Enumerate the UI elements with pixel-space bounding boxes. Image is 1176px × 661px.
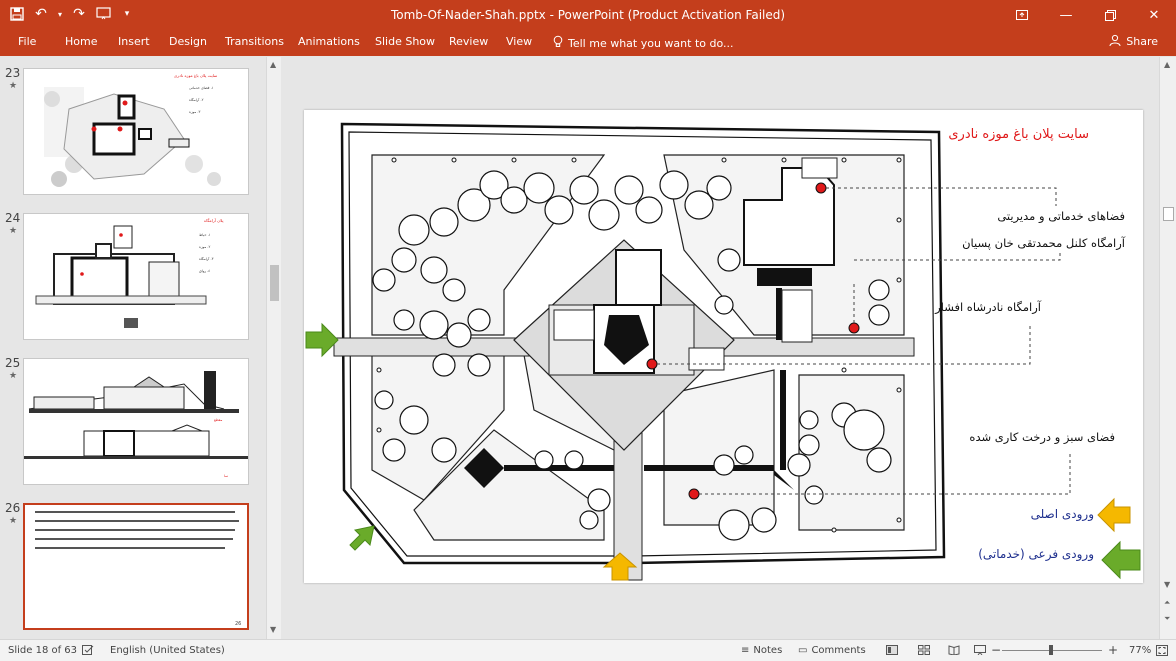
svg-text:٣. موزه: ٣. موزه — [189, 110, 200, 114]
spell-check-icon[interactable] — [82, 645, 94, 656]
svg-text:٤. رواق: ٤. رواق — [199, 269, 210, 273]
floor-plan-thumbnail: پلان آرامگاه ١. حیاط ٢. موزه ٣. آرامگاه … — [35, 218, 224, 328]
zoom-slider-handle[interactable] — [1049, 645, 1053, 655]
slide-show-icon[interactable] — [974, 645, 986, 655]
slide-sorter-icon[interactable] — [918, 645, 930, 655]
tab-review[interactable]: Review — [449, 35, 488, 48]
label-colonel-tomb: آرامگاه کلنل محمدتقی خان پسیان — [962, 236, 1125, 250]
status-bar: Slide 18 of 63 English (United States) ≡… — [0, 639, 1176, 661]
thumbnail-slide-26[interactable]: 26 — [23, 503, 249, 630]
tab-home[interactable]: Home — [65, 35, 97, 48]
svg-text:١. فضای خدماتی: ١. فضای خدماتی — [189, 86, 214, 90]
thumbnail-number: 24 — [5, 211, 21, 225]
title-bar: ↶ ▾ ↷ ▾ Tomb-Of-Nader-Shah.pptx - PowerP… — [0, 0, 1176, 30]
comments-label: Comments — [811, 645, 866, 656]
tell-me-text: Tell me what you want to do... — [568, 36, 734, 50]
svg-text:پلان آرامگاه: پلان آرامگاه — [204, 218, 224, 223]
tab-file[interactable]: File — [18, 35, 36, 48]
notes-label: Notes — [753, 645, 783, 656]
thumbnail-slide-25[interactable]: مقطع نما — [23, 358, 249, 485]
notes-icon: ≡ — [741, 645, 750, 656]
zoom-level[interactable]: 77% — [1129, 645, 1151, 656]
scroll-down-arrow-icon[interactable]: ▼ — [1164, 580, 1170, 589]
legend-service-entrance: ورودی فرعی (خدماتی) — [978, 547, 1094, 561]
thumbnail-slide-24[interactable]: پلان آرامگاه ١. حیاط ٢. موزه ٣. آرامگاه … — [23, 213, 249, 340]
tell-me-box[interactable]: Tell me what you want to do... — [553, 35, 734, 51]
ribbon-display-options-icon[interactable] — [1000, 0, 1044, 30]
language-indicator[interactable]: English (United States) — [110, 645, 225, 656]
share-label: Share — [1126, 35, 1158, 48]
animation-star-icon: ★ — [9, 226, 18, 236]
svg-text:26: 26 — [235, 621, 241, 627]
tab-slide-show[interactable]: Slide Show — [375, 35, 435, 48]
fit-slide-icon[interactable] — [1156, 645, 1168, 656]
close-icon[interactable]: ✕ — [1132, 0, 1176, 30]
tab-insert[interactable]: Insert — [118, 35, 150, 48]
slide-scrollbar[interactable]: ▲ ▼ ⏶ ⏷ — [1159, 57, 1176, 639]
thumbnail-number: 23 — [5, 66, 21, 80]
scroll-up-arrow-icon[interactable]: ▲ — [1164, 60, 1170, 69]
current-slide[interactable]: سایت پلان باغ موزه نادری فضاهای خدماتی و… — [304, 110, 1143, 583]
animation-star-icon: ★ — [9, 516, 18, 526]
svg-text:٣. آرامگاه: ٣. آرامگاه — [199, 256, 214, 261]
thumbnail-number: 25 — [5, 356, 21, 370]
zoom-in-button[interactable]: + — [1108, 643, 1118, 657]
label-nader-tomb: آرامگاه نادرشاه افشار — [935, 300, 1041, 314]
svg-text:١. حیاط: ١. حیاط — [199, 233, 211, 237]
text-slide-thumbnail: 26 — [35, 511, 241, 627]
tab-design[interactable]: Design — [169, 35, 207, 48]
scroll-up-arrow-icon[interactable]: ▲ — [270, 60, 276, 69]
thumbnail-slide-23[interactable]: سایت پلان باغ موزه نادری ١. فضای خدماتی … — [23, 68, 249, 195]
svg-text:مقطع: مقطع — [214, 418, 223, 422]
tab-animations[interactable]: Animations — [298, 35, 360, 48]
thumbnails-scrollbar[interactable]: ▲ ▼ — [266, 57, 281, 639]
slide-editing-area: سایت پلان باغ موزه نادری فضاهای خدماتی و… — [282, 57, 1159, 639]
svg-text:٢. موزه: ٢. موزه — [199, 245, 210, 249]
svg-text:نما: نما — [224, 474, 228, 478]
scrollbar-thumb[interactable] — [270, 265, 279, 301]
window-controls: — ✕ — [1000, 0, 1176, 30]
reading-view-icon[interactable] — [948, 645, 960, 655]
tab-transitions[interactable]: Transitions — [225, 35, 284, 48]
site-plan-thumbnail: سایت پلان باغ موزه نادری ١. فضای خدماتی … — [44, 73, 221, 187]
next-slide-icon[interactable]: ⏷ — [1164, 614, 1170, 624]
user-icon — [1109, 34, 1121, 49]
animation-star-icon: ★ — [9, 81, 18, 91]
normal-view-icon[interactable] — [886, 645, 898, 655]
share-button[interactable]: Share — [1109, 34, 1158, 49]
lightbulb-icon — [553, 35, 563, 51]
legend-main-entrance: ورودی اصلی — [1030, 507, 1094, 521]
comments-icon: ▭ — [798, 645, 808, 656]
slide-thumbnails-pane: 23 ★ سایت پلان باغ موزه نادری ١. فضای خد… — [0, 57, 265, 639]
zoom-out-button[interactable]: − — [991, 643, 1001, 657]
site-plan-drawing — [305, 122, 1141, 581]
minimize-icon[interactable]: — — [1044, 0, 1088, 30]
label-green-space: فضای سبز و درخت کاری شده — [969, 430, 1115, 444]
slide-counter: Slide 18 of 63 — [8, 645, 78, 656]
elevation-thumbnail: مقطع نما — [24, 371, 248, 478]
notes-button[interactable]: ≡ Notes — [741, 645, 782, 656]
thumbnail-number: 26 — [5, 501, 21, 515]
tab-view[interactable]: View — [506, 35, 532, 48]
svg-text:سایت پلان باغ موزه نادری: سایت پلان باغ موزه نادری — [174, 73, 218, 78]
label-services: فضاهای خدماتی و مدیریتی — [997, 209, 1125, 223]
slide-title: سایت پلان باغ موزه نادری — [948, 127, 1089, 142]
svg-text:٢. آرامگاه: ٢. آرامگاه — [189, 97, 204, 102]
scroll-down-arrow-icon[interactable]: ▼ — [270, 625, 276, 634]
comments-button[interactable]: ▭ Comments — [798, 645, 866, 656]
restore-icon[interactable] — [1088, 0, 1132, 30]
scrollbar-thumb[interactable] — [1163, 207, 1174, 221]
animation-star-icon: ★ — [9, 371, 18, 381]
previous-slide-icon[interactable]: ⏶ — [1164, 598, 1170, 608]
ribbon-tabs: File Home Insert Design Transitions Anim… — [0, 30, 1176, 56]
